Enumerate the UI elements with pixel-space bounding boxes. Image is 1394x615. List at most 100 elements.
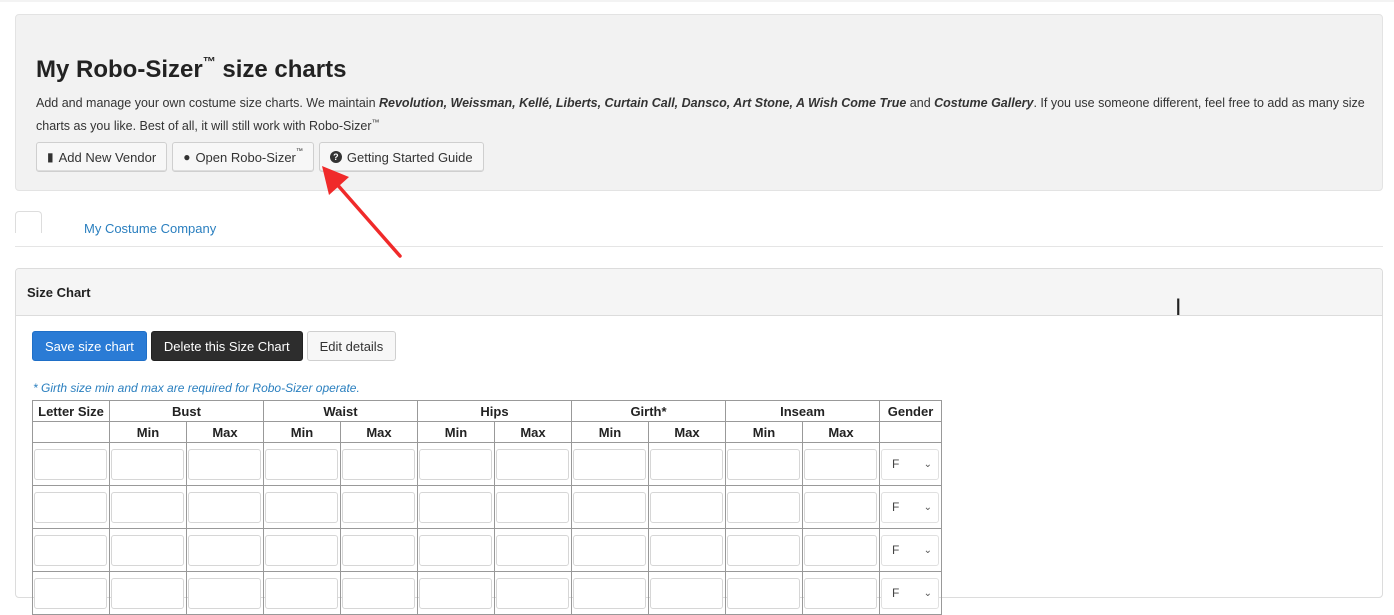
hips-min-cell bbox=[417, 528, 495, 572]
girth-max-header: Max bbox=[648, 421, 726, 443]
waist-max-header: Max bbox=[340, 421, 418, 443]
gallery-name: Costume Gallery bbox=[934, 96, 1034, 110]
hips-max-input[interactable] bbox=[496, 448, 569, 480]
bust-min-input[interactable] bbox=[111, 534, 184, 566]
girth-max-input[interactable] bbox=[650, 534, 723, 566]
waist-min-input[interactable] bbox=[265, 534, 338, 566]
intro-text: Add and manage your own costume size cha… bbox=[36, 96, 1365, 134]
getting-started-guide-button[interactable]: ? Getting Started Guide bbox=[318, 142, 484, 172]
waist-max-input[interactable] bbox=[342, 491, 415, 523]
inseam-max-input[interactable] bbox=[804, 448, 877, 480]
letter-input[interactable] bbox=[34, 534, 107, 566]
girth-max-input[interactable] bbox=[650, 448, 723, 480]
waist-min-input[interactable] bbox=[265, 577, 338, 609]
table-row: F ⌄ bbox=[32, 442, 942, 486]
save-size-chart-button[interactable]: Save size chart bbox=[32, 331, 147, 361]
tab-my-costume-company[interactable]: My Costume Company bbox=[84, 221, 216, 236]
girth-min-input[interactable] bbox=[573, 491, 646, 523]
waist-max-cell bbox=[340, 571, 418, 615]
hips-min-input[interactable] bbox=[419, 577, 492, 609]
inseam-min-input[interactable] bbox=[727, 448, 800, 480]
waist-max-cell bbox=[340, 442, 418, 486]
gender-select[interactable]: F ⌄ bbox=[881, 491, 939, 523]
page-title: My Robo-Sizer™ size charts bbox=[36, 54, 347, 83]
bust-min-input[interactable] bbox=[111, 577, 184, 609]
hips-max-input[interactable] bbox=[496, 577, 569, 609]
bust-min-header: Min bbox=[109, 421, 187, 443]
waist-min-cell bbox=[263, 442, 341, 486]
waist-max-input[interactable] bbox=[342, 448, 415, 480]
waist-min-cell bbox=[263, 571, 341, 615]
delete-size-chart-button[interactable]: Delete this Size Chart bbox=[150, 331, 303, 361]
girth-max-cell bbox=[648, 571, 726, 615]
inseam-min-input[interactable] bbox=[727, 577, 800, 609]
hips-min-input[interactable] bbox=[419, 491, 492, 523]
gender-value: F bbox=[892, 586, 900, 600]
tab-blank[interactable] bbox=[15, 211, 42, 233]
bust-max-input[interactable] bbox=[188, 577, 261, 609]
bust-header: Bust bbox=[109, 400, 264, 422]
gender-value: F bbox=[892, 457, 900, 471]
gender-subheader bbox=[879, 421, 942, 443]
bust-min-cell bbox=[109, 571, 187, 615]
hips-max-input[interactable] bbox=[496, 534, 569, 566]
bust-max-input[interactable] bbox=[188, 448, 261, 480]
hips-min-input[interactable] bbox=[419, 534, 492, 566]
letter-input[interactable] bbox=[34, 448, 107, 480]
table-row: F ⌄ bbox=[32, 571, 942, 615]
bust-max-input[interactable] bbox=[188, 534, 261, 566]
waist-min-input[interactable] bbox=[265, 448, 338, 480]
hips-max-header: Max bbox=[494, 421, 572, 443]
bust-min-cell bbox=[109, 485, 187, 529]
hips-max-cell bbox=[494, 571, 572, 615]
header-panel: My Robo-Sizer™ size charts Add and manag… bbox=[15, 14, 1383, 191]
bust-max-input[interactable] bbox=[188, 491, 261, 523]
hips-header: Hips bbox=[417, 400, 572, 422]
waist-min-input[interactable] bbox=[265, 491, 338, 523]
inseam-min-cell bbox=[725, 571, 803, 615]
girth-max-input[interactable] bbox=[650, 577, 723, 609]
inseam-max-input[interactable] bbox=[804, 577, 877, 609]
tab-divider bbox=[15, 246, 1383, 247]
inseam-min-cell bbox=[725, 485, 803, 529]
gender-select[interactable]: F ⌄ bbox=[881, 577, 939, 609]
edit-details-button[interactable]: Edit details bbox=[306, 331, 397, 361]
inseam-max-input[interactable] bbox=[804, 534, 877, 566]
inseam-max-input[interactable] bbox=[804, 491, 877, 523]
letter-cell bbox=[32, 528, 110, 572]
gender-value: F bbox=[892, 543, 900, 557]
hips-min-input[interactable] bbox=[419, 448, 492, 480]
add-new-vendor-button[interactable]: ▮ Add New Vendor bbox=[36, 142, 168, 172]
chevron-down-icon: ⌄ bbox=[923, 458, 932, 470]
girth-max-input[interactable] bbox=[650, 491, 723, 523]
girth-header: Girth* bbox=[571, 400, 726, 422]
open-robo-sizer-button[interactable]: ● Open Robo-Sizer™ bbox=[172, 142, 314, 172]
waist-max-input[interactable] bbox=[342, 577, 415, 609]
inseam-min-input[interactable] bbox=[727, 534, 800, 566]
waist-max-input[interactable] bbox=[342, 534, 415, 566]
girth-min-input[interactable] bbox=[573, 448, 646, 480]
inseam-max-cell bbox=[802, 485, 880, 529]
girth-min-input[interactable] bbox=[573, 534, 646, 566]
gender-cell: F ⌄ bbox=[879, 528, 942, 572]
girth-min-input[interactable] bbox=[573, 577, 646, 609]
waist-max-cell bbox=[340, 528, 418, 572]
letter-input[interactable] bbox=[34, 491, 107, 523]
header-row: Letter Size Bust Waist Hips Girth* Insea… bbox=[32, 400, 942, 422]
gender-select[interactable]: F ⌄ bbox=[881, 448, 939, 480]
letter-input[interactable] bbox=[34, 577, 107, 609]
bust-min-input[interactable] bbox=[111, 491, 184, 523]
girth-max-cell bbox=[648, 528, 726, 572]
waist-min-cell bbox=[263, 528, 341, 572]
bust-max-cell bbox=[186, 442, 264, 486]
inseam-min-input[interactable] bbox=[727, 491, 800, 523]
bust-max-cell bbox=[186, 485, 264, 529]
girth-max-cell bbox=[648, 442, 726, 486]
inseam-max-header: Max bbox=[802, 421, 880, 443]
header-button-row: ▮ Add New Vendor ● Open Robo-Sizer™ ? Ge… bbox=[36, 142, 484, 172]
gender-select[interactable]: F ⌄ bbox=[881, 534, 939, 566]
bust-min-input[interactable] bbox=[111, 448, 184, 480]
letter-size-header: Letter Size bbox=[32, 400, 110, 422]
gender-header: Gender bbox=[879, 400, 942, 422]
hips-max-input[interactable] bbox=[496, 491, 569, 523]
